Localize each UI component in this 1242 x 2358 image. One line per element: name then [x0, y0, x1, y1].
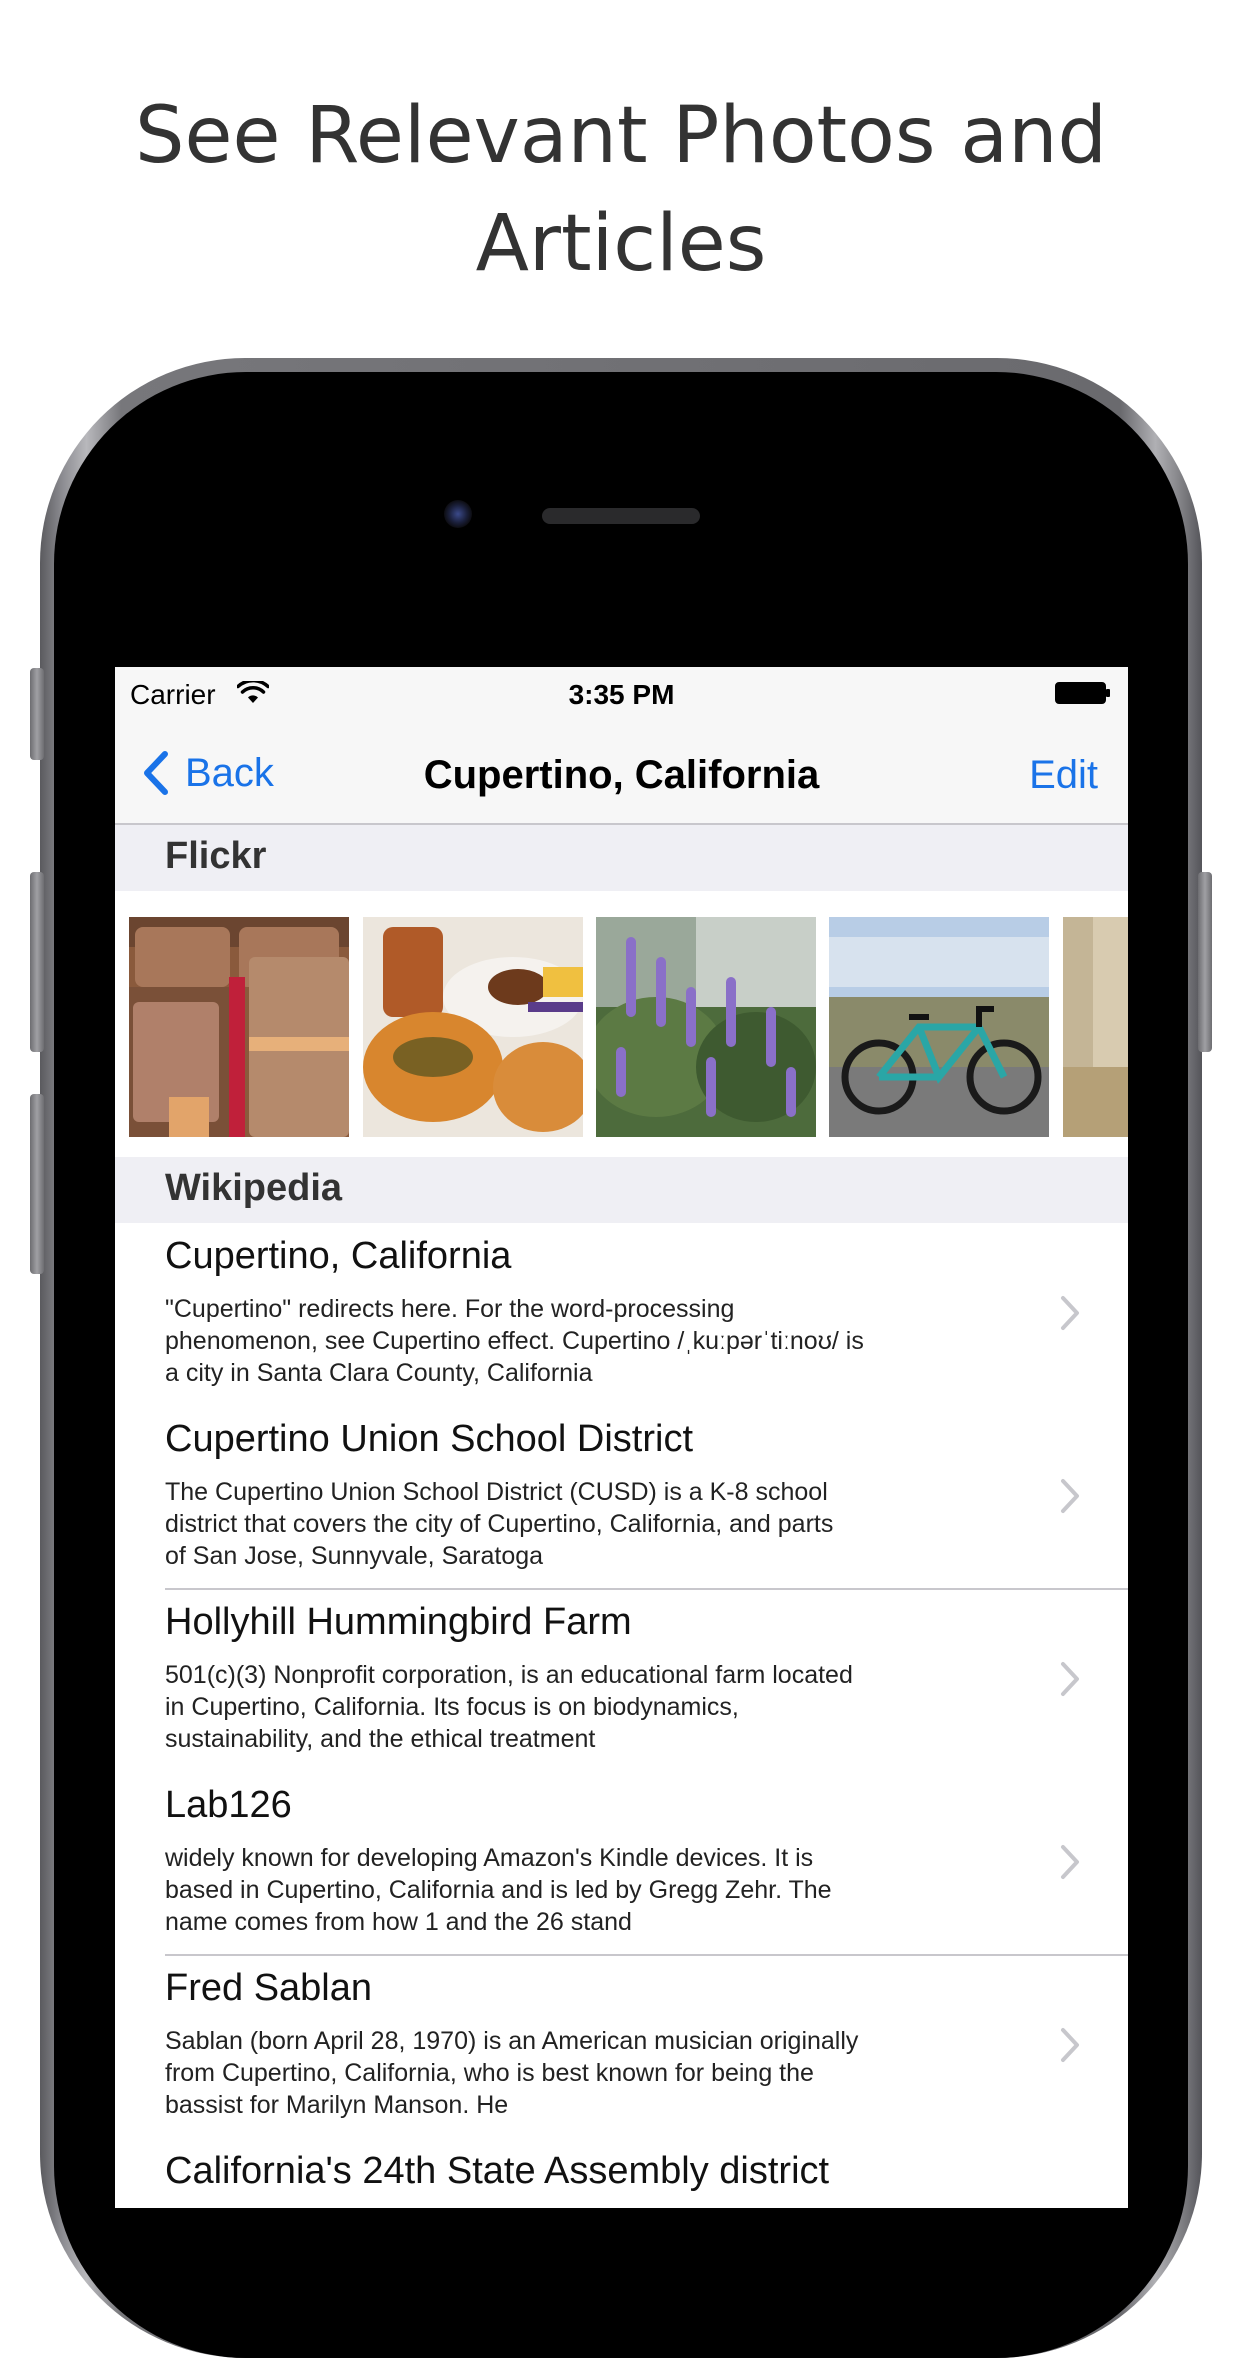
article-title: Lab126: [165, 1784, 292, 1826]
article-row[interactable]: Cupertino Union School District The Cupe…: [115, 1406, 1128, 1589]
article-snippet-line: 501(c)(3) Nonprofit corporation, is an e…: [165, 1661, 853, 1689]
volume-down-button: [30, 1094, 44, 1274]
article-snippet-line: widely known for developing Amazon's Kin…: [165, 1844, 814, 1872]
flickr-photo-5[interactable]: [1063, 917, 1128, 1137]
flickr-photo-2[interactable]: [363, 917, 583, 1137]
article-snippet-line: phenomenon, see Cupertino effect. Cupert…: [165, 1327, 864, 1355]
chevron-right-icon: [1061, 1479, 1079, 1513]
status-time: 3:35 PM: [568, 679, 675, 710]
flickr-photo-4[interactable]: [829, 917, 1049, 1137]
flickr-photo-strip[interactable]: [115, 903, 1128, 1153]
article-snippet-line: based in Cupertino, California and is le…: [165, 1876, 832, 1904]
flickr-photo-3[interactable]: [596, 917, 816, 1137]
article-snippet-line: district that covers the city of Cuperti…: [165, 1510, 834, 1538]
article-row[interactable]: Lab126 widely known for developing Amazo…: [115, 1772, 1128, 1955]
article-title: Hollyhill Hummingbird Farm: [165, 1601, 632, 1643]
section-header-flickr: Flickr: [115, 825, 1128, 891]
volume-up-button: [30, 872, 44, 1052]
section-title-flickr: Flickr: [165, 835, 267, 877]
navigation-bar: Back Cupertino, California Edit: [115, 721, 1128, 825]
flickr-photo-1[interactable]: [129, 917, 349, 1137]
article-row[interactable]: Fred Sablan Sablan (born April 28, 1970)…: [115, 1955, 1128, 2138]
article-row[interactable]: Cupertino, California "Cupertino" redire…: [115, 1223, 1128, 1406]
article-snippet-line: of San Jose, Sunnyvale, Saratoga: [165, 1542, 544, 1570]
chevron-right-icon: [1061, 2028, 1079, 2062]
power-button: [1198, 872, 1212, 1052]
headline-line-2: Articles: [475, 199, 767, 289]
article-row[interactable]: Hollyhill Hummingbird Farm 501(c)(3) Non…: [115, 1589, 1128, 1772]
article-title: Fred Sablan: [165, 1967, 373, 2009]
article-snippet: widely known for developing Amazon's Kin…: [165, 1842, 985, 1938]
chevron-right-icon: [1061, 1662, 1079, 1696]
article-snippet-line: "Cupertino" redirects here. For the word…: [165, 1295, 735, 1323]
article-snippet-line: name comes from how 1 and the 26 stand: [165, 1908, 632, 1936]
chevron-right-icon: [1061, 1845, 1079, 1879]
headline-line-1: See Relevant Photos and: [134, 91, 1108, 181]
mute-switch: [30, 668, 44, 760]
article-snippet-line: from Cupertino, California, who is best …: [165, 2059, 814, 2087]
article-snippet: The Cupertino Union School District (CUS…: [165, 1476, 985, 1572]
article-snippet: Sablan (born April 28, 1970) is an Ameri…: [165, 2025, 985, 2121]
article-snippet-line: Sablan (born April 28, 1970) is an Ameri…: [165, 2027, 859, 2055]
front-camera: [444, 500, 472, 528]
battery-icon: [1055, 682, 1110, 704]
phone-screen: Carrier 3:35 PM Back Cupertino, Californ…: [115, 667, 1128, 2208]
article-snippet-line: bassist for Marilyn Manson. He: [165, 2091, 509, 2119]
article-row[interactable]: California's 24th State Assembly distric…: [115, 2138, 1128, 2208]
article-title: Cupertino, California: [165, 1235, 512, 1277]
status-bar: Carrier 3:35 PM: [115, 667, 1128, 721]
chevron-right-icon: [1061, 1296, 1079, 1330]
section-title-wikipedia: Wikipedia: [165, 1167, 343, 1209]
article-snippet-line: The Cupertino Union School District (CUS…: [165, 1478, 828, 1506]
article-snippet: "Cupertino" redirects here. For the word…: [165, 1293, 985, 1389]
article-title: California's 24th State Assembly distric…: [165, 2150, 830, 2192]
article-snippet-line: sustainability, and the ethical treatmen…: [165, 1725, 596, 1753]
earpiece-speaker: [542, 508, 700, 524]
marketing-headline: See Relevant Photos and Articles: [0, 82, 1242, 298]
section-header-wikipedia: Wikipedia: [115, 1157, 1128, 1223]
edit-button[interactable]: Edit: [1029, 753, 1098, 798]
article-snippet: 501(c)(3) Nonprofit corporation, is an e…: [165, 1659, 985, 1755]
article-snippet-line: a city in Santa Clara County, California: [165, 1359, 593, 1387]
nav-title: Cupertino, California: [423, 753, 820, 797]
article-title: Cupertino Union School District: [165, 1418, 694, 1460]
article-snippet-line: in Cupertino, California. Its focus is o…: [165, 1693, 739, 1721]
